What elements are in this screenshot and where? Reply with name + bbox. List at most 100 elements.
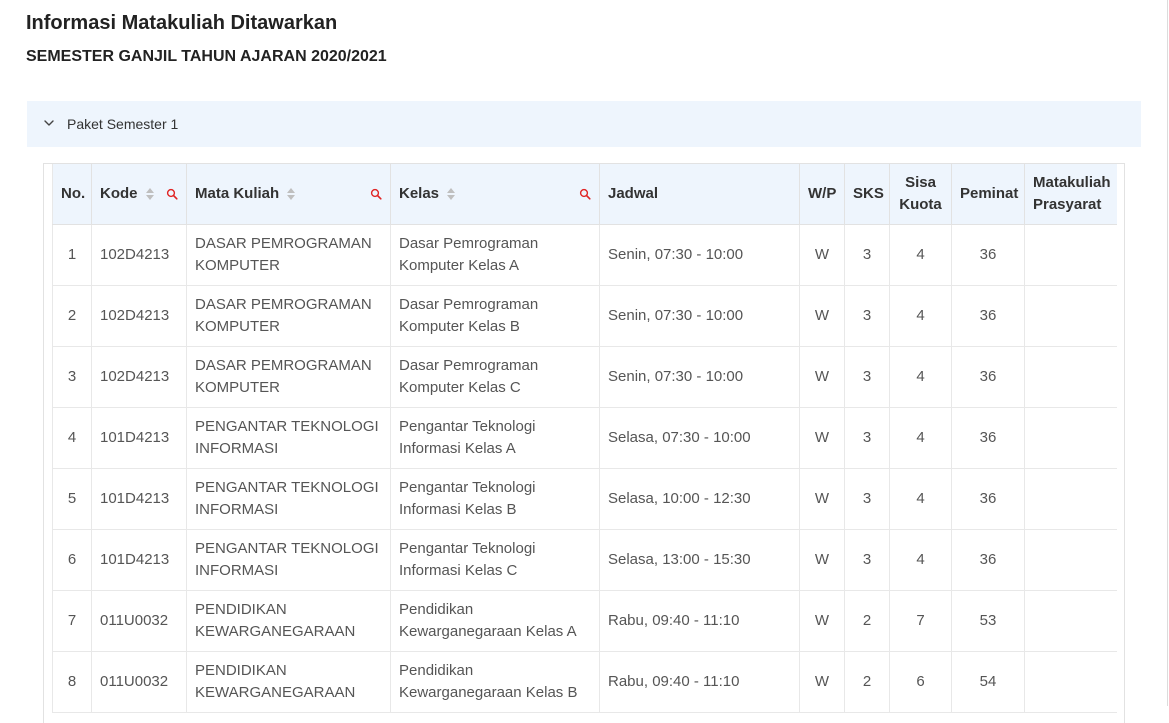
cell-no: 6 — [52, 529, 92, 591]
cell-sks: 3 — [844, 285, 890, 347]
cell-peminat-text: 36 — [979, 306, 997, 324]
cell-wp: W — [799, 346, 845, 408]
cell-kelas-line-1: Dasar Pemrograman — [399, 356, 539, 374]
search-icon[interactable] — [370, 188, 382, 200]
col-header-kelas[interactable]: Kelas — [390, 164, 600, 225]
cell-sks: 3 — [844, 346, 890, 408]
cell-kelas-line-2: Informasi Kelas C — [399, 561, 518, 579]
semester-subtitle: SEMESTER GANJIL TAHUN AJARAN 2020/2021 — [26, 48, 387, 65]
cell-no-text: 5 — [67, 489, 77, 507]
col-header-prasyarat-label: Prasyarat — [1033, 195, 1102, 213]
cell-wp-text: W — [814, 367, 830, 385]
cell-mata-kuliah-line-2: KOMPUTER — [195, 317, 281, 335]
cell-no: 8 — [52, 651, 92, 713]
cell-jadwal: Rabu, 09:40 - 11:10 — [599, 590, 800, 652]
cell-no-text: 1 — [67, 245, 77, 263]
cell-kelas-line-1: Pengantar Teknologi — [399, 478, 536, 496]
sort-icon[interactable] — [145, 187, 154, 200]
cell-sisa-kuota-text: 7 — [916, 611, 925, 629]
sort-icon[interactable] — [287, 187, 296, 200]
col-header-sisa-kuota: Sisa Kuota — [889, 164, 952, 225]
cell-kelas-line-1: Dasar Pemrograman — [399, 234, 539, 252]
search-icon[interactable] — [579, 188, 591, 200]
cell-sks-text: 2 — [862, 611, 872, 629]
cell-mata-kuliah-line-1: PENDIDIKAN — [195, 600, 287, 618]
cell-sisa-kuota: 4 — [889, 224, 952, 286]
table-row: 1 102D4213 DASAR PEMROGRAMAN KOMPUTER Dasar … — [52, 224, 1117, 286]
col-header-peminat: Peminat — [951, 164, 1025, 225]
courses-table-body: 1 102D4213 DASAR PEMROGRAMAN KOMPUTER Dasar … — [52, 224, 1117, 713]
cell-sisa-kuota: 4 — [889, 529, 952, 591]
cell-wp-text: W — [814, 672, 830, 690]
cell-mata-kuliah-line-1: PENGANTAR TEKNOLOGI — [195, 417, 379, 435]
cell-peminat: 36 — [951, 285, 1025, 347]
cell-prasyarat — [1024, 224, 1117, 286]
cell-sisa-kuota-text: 4 — [916, 245, 925, 263]
col-header-mata-kuliah[interactable]: Mata Kuliah — [186, 164, 391, 225]
cell-prasyarat — [1024, 407, 1117, 469]
chevron-down-icon[interactable] — [43, 117, 55, 129]
cell-prasyarat — [1024, 468, 1117, 530]
col-header-no-label: No. — [61, 184, 86, 202]
cell-kode-text: 102D4213 — [100, 245, 170, 263]
col-header-matakuliah-label: Matakuliah — [1033, 173, 1111, 191]
table-row: 3 102D4213 DASAR PEMROGRAMAN KOMPUTER Dasar … — [52, 346, 1117, 408]
sort-icon[interactable] — [447, 187, 456, 200]
cell-kelas-line-1: Dasar Pemrograman — [399, 295, 539, 313]
cell-no-text: 8 — [67, 672, 77, 690]
cell-mata-kuliah: PENDIDIKAN KEWARGANEGARAAN — [186, 651, 391, 713]
cell-no-text: 6 — [67, 550, 77, 568]
table-row: 2 102D4213 DASAR PEMROGRAMAN KOMPUTER Dasar … — [52, 285, 1117, 347]
cell-wp: W — [799, 407, 845, 469]
cell-sisa-kuota: 4 — [889, 407, 952, 469]
cell-sisa-kuota: 6 — [889, 651, 952, 713]
cell-sisa-kuota-text: 4 — [916, 367, 925, 385]
cell-mata-kuliah-line-1: DASAR PEMROGRAMAN — [195, 295, 372, 313]
cell-kelas-line-2: Kewarganegaraan Kelas A — [399, 622, 577, 640]
cell-mata-kuliah-line-1: DASAR PEMROGRAMAN — [195, 234, 372, 252]
cell-kelas-line-2: Kewarganegaraan Kelas B — [399, 683, 578, 701]
cell-jadwal-text: Senin, 07:30 - 10:00 — [608, 367, 744, 385]
search-icon[interactable] — [166, 188, 178, 200]
col-header-sks-label: SKS — [853, 184, 884, 202]
cell-jadwal: Senin, 07:30 - 10:00 — [599, 346, 800, 408]
col-header-kode-label: Kode — [100, 184, 138, 202]
page-title: Informasi Matakuliah Ditawarkan — [26, 12, 338, 34]
cell-kelas-line-1: Pengantar Teknologi — [399, 417, 536, 435]
cell-no: 4 — [52, 407, 92, 469]
cell-wp: W — [799, 224, 845, 286]
cell-jadwal-text: Selasa, 10:00 - 12:30 — [608, 489, 751, 507]
cell-mata-kuliah: DASAR PEMROGRAMAN KOMPUTER — [186, 346, 391, 408]
table-row: 5 101D4213 PENGANTAR TEKNOLOGI INFORMASI Pen… — [52, 468, 1117, 530]
cell-kode: 101D4213 — [91, 468, 187, 530]
cell-mata-kuliah-line-2: KOMPUTER — [195, 256, 281, 274]
cell-sisa-kuota-text: 4 — [916, 550, 925, 568]
paket-semester-panel-header[interactable] — [27, 101, 1141, 147]
cell-mata-kuliah-line-2: INFORMASI — [195, 500, 279, 518]
cell-sisa-kuota: 4 — [889, 346, 952, 408]
table-row: 7 011U0032 PENDIDIKAN KEWARGANEGARAAN Pendid… — [52, 590, 1117, 652]
cell-sks-text: 3 — [862, 428, 872, 446]
cell-sisa-kuota: 4 — [889, 468, 952, 530]
cell-no: 1 — [52, 224, 92, 286]
col-header-jadwal: Jadwal — [599, 164, 800, 225]
cell-mata-kuliah-line-2: KOMPUTER — [195, 378, 281, 396]
cell-sisa-kuota-text: 4 — [916, 428, 925, 446]
cell-sks-text: 3 — [862, 245, 872, 263]
cell-peminat: 36 — [951, 407, 1025, 469]
cell-mata-kuliah-line-2: KEWARGANEGARAAN — [195, 683, 356, 701]
cell-jadwal: Selasa, 13:00 - 15:30 — [599, 529, 800, 591]
cell-sisa-kuota-text: 4 — [916, 306, 925, 324]
cell-sisa-kuota-text: 6 — [916, 672, 925, 690]
cell-mata-kuliah: PENGANTAR TEKNOLOGI INFORMASI — [186, 407, 391, 469]
cell-sisa-kuota-text: 4 — [916, 489, 925, 507]
col-header-peminat-label: Peminat — [960, 184, 1019, 202]
cell-no: 2 — [52, 285, 92, 347]
cell-no-text: 2 — [67, 306, 77, 324]
col-header-kode[interactable]: Kode — [91, 164, 187, 225]
cell-sks-text: 3 — [862, 306, 872, 324]
col-header-wp-label: W/P — [808, 184, 837, 202]
cell-sks: 2 — [844, 590, 890, 652]
table-row: 4 101D4213 PENGANTAR TEKNOLOGI INFORMASI Pen… — [52, 407, 1117, 469]
cell-prasyarat — [1024, 651, 1117, 713]
